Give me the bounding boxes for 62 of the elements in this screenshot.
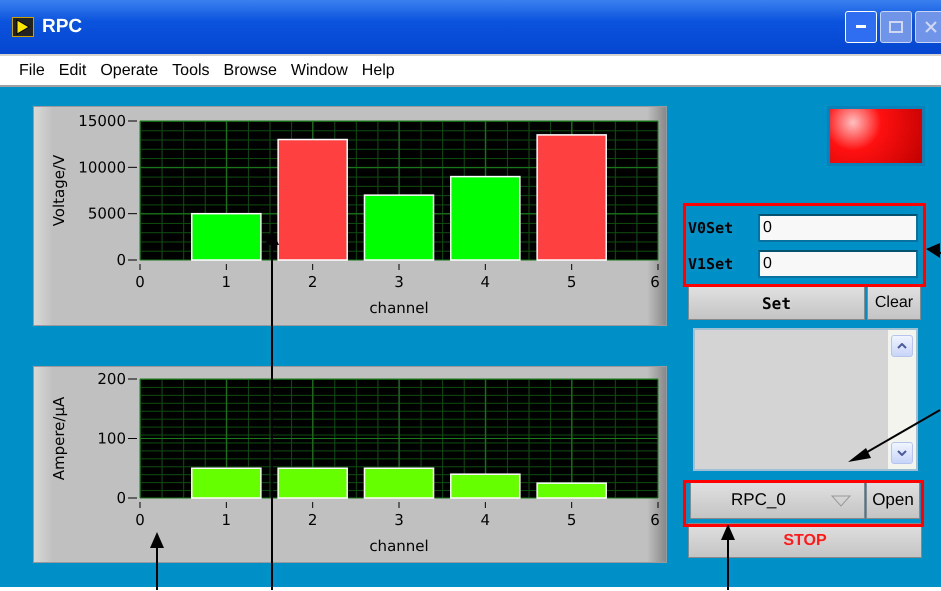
scroll-bar[interactable] <box>888 330 916 469</box>
annotation-arrow <box>926 243 941 258</box>
tick-label: 0 <box>116 489 126 507</box>
menu-item[interactable]: File <box>12 62 52 80</box>
chevron-up-icon <box>897 343 907 349</box>
bar <box>536 482 607 499</box>
menu-item[interactable]: Browse <box>216 62 284 80</box>
bar <box>191 212 262 261</box>
tick-label: 2 <box>308 273 318 291</box>
tick-label: 0 <box>135 511 145 529</box>
menu-item[interactable]: Edit <box>52 62 94 80</box>
clear-button[interactable]: Clear <box>867 286 921 320</box>
tick-label: 1 <box>222 511 232 529</box>
tick-label: 6 <box>650 273 660 291</box>
axis-title: channel <box>369 537 429 555</box>
scroll-up-button[interactable] <box>891 335 913 357</box>
axis-title: channel <box>369 299 429 317</box>
bar <box>364 468 434 499</box>
input-field[interactable]: 0 <box>758 250 918 278</box>
menu-item[interactable]: Tools <box>165 62 217 80</box>
field-label: V1Set <box>688 255 734 273</box>
tick-label: 4 <box>480 511 490 529</box>
dropdown-arrow-icon <box>831 495 851 507</box>
bar <box>364 194 434 261</box>
tick-label: 15000 <box>78 112 126 130</box>
scroll-down-button[interactable] <box>891 442 913 464</box>
tick-label: 0 <box>135 273 145 291</box>
chevron-down-icon <box>897 450 907 456</box>
tick-label: 10000 <box>78 158 126 176</box>
bar <box>450 473 521 499</box>
device-dropdown[interactable]: RPC_0 <box>690 481 865 519</box>
input-field[interactable]: 0 <box>758 214 918 242</box>
tick-label: 0 <box>116 251 126 269</box>
tick-label: 200 <box>97 370 126 388</box>
open-button[interactable]: Open <box>866 481 920 519</box>
annotation-arrow <box>721 524 735 590</box>
menu-item[interactable]: Window <box>284 62 355 80</box>
tick-label: 1 <box>222 273 232 291</box>
tick-label: 5 <box>566 273 576 291</box>
tick-label: 3 <box>394 273 404 291</box>
tick-label: 3 <box>394 511 404 529</box>
field-label: V0Set <box>688 219 734 237</box>
play-icon <box>12 17 34 37</box>
menu-item[interactable]: Help <box>354 62 402 80</box>
tick-label: 5 <box>566 511 576 529</box>
minimize-button[interactable] <box>845 11 877 43</box>
tick-label: 2 <box>308 511 318 529</box>
set-button[interactable]: Set <box>688 286 865 320</box>
bar <box>191 468 262 499</box>
tick-label: 4 <box>480 273 490 291</box>
tick-label: 6 <box>650 511 660 529</box>
minimize-icon <box>856 25 866 29</box>
menu-item[interactable]: Operate <box>93 62 166 80</box>
close-icon <box>925 21 937 33</box>
annotation-arrow <box>150 532 164 590</box>
axis-title: Ampere/μA <box>50 396 68 480</box>
window-title: RPC <box>42 16 82 38</box>
tick-label: 5000 <box>88 204 126 223</box>
maximize-icon <box>889 21 903 33</box>
bar <box>277 468 348 499</box>
tick-label: 100 <box>97 430 126 448</box>
axis-title: Voltage/V <box>50 154 68 226</box>
